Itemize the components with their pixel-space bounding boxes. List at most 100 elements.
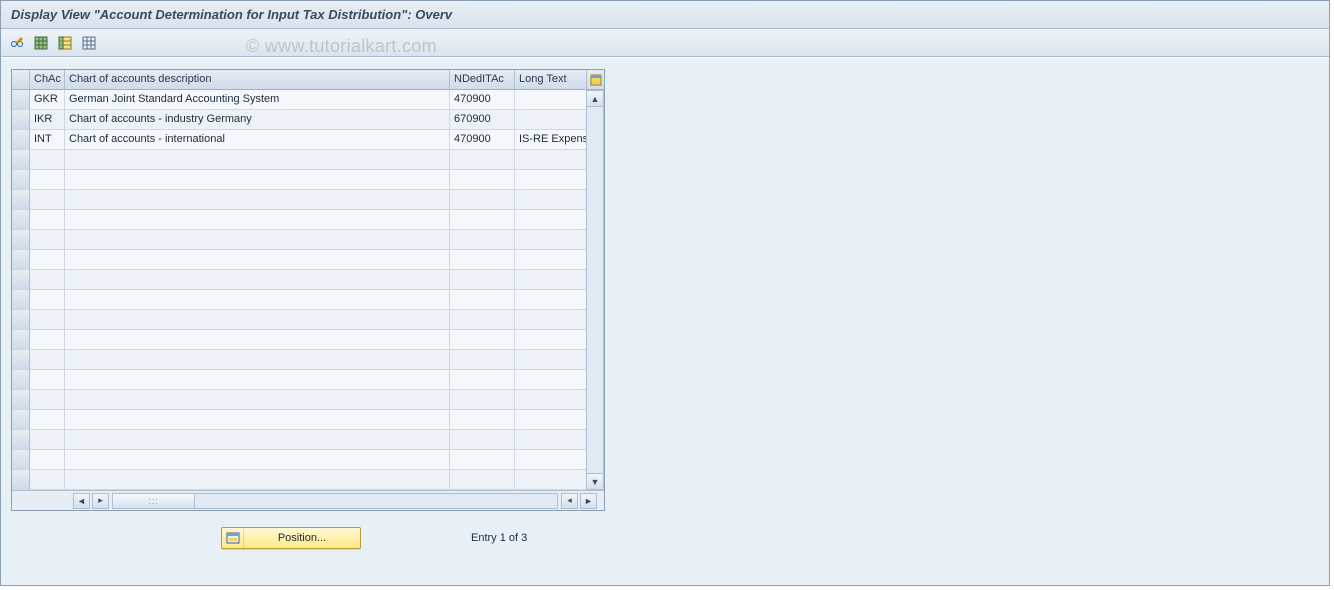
- cell-desc[interactable]: German Joint Standard Accounting System: [65, 90, 450, 110]
- row-selector[interactable]: [12, 170, 30, 190]
- cell-empty[interactable]: [515, 210, 587, 230]
- cell-empty[interactable]: [30, 210, 65, 230]
- cell-nded[interactable]: 670900: [450, 110, 515, 130]
- row-selector[interactable]: [12, 110, 30, 130]
- cell-empty[interactable]: [515, 330, 587, 350]
- cell-nded[interactable]: 470900: [450, 90, 515, 110]
- scroll-up-button[interactable]: ▲: [586, 90, 604, 107]
- cell-empty[interactable]: [65, 330, 450, 350]
- horizontal-scroll-track[interactable]: :::: [112, 493, 558, 509]
- cell-empty[interactable]: [30, 290, 65, 310]
- table-configure-button[interactable]: [587, 70, 604, 90]
- scroll-right-button[interactable]: ►: [580, 493, 597, 509]
- cell-empty[interactable]: [515, 270, 587, 290]
- cell-empty[interactable]: [30, 350, 65, 370]
- row-selector[interactable]: [12, 250, 30, 270]
- position-button[interactable]: Position...: [221, 527, 361, 549]
- cell-chac[interactable]: IKR: [30, 110, 65, 130]
- cell-empty[interactable]: [65, 230, 450, 250]
- scroll-left-button[interactable]: ◄: [73, 493, 90, 509]
- cell-empty[interactable]: [65, 470, 450, 490]
- cell-empty[interactable]: [450, 350, 515, 370]
- cell-empty[interactable]: [65, 310, 450, 330]
- col-header-chac[interactable]: ChAc: [30, 70, 65, 90]
- cell-empty[interactable]: [65, 390, 450, 410]
- row-selector[interactable]: [12, 410, 30, 430]
- cell-empty[interactable]: [515, 450, 587, 470]
- cell-empty[interactable]: [65, 430, 450, 450]
- cell-empty[interactable]: [450, 470, 515, 490]
- vertical-scroll-track[interactable]: [586, 107, 604, 473]
- cell-empty[interactable]: [450, 390, 515, 410]
- cell-nded[interactable]: 470900: [450, 130, 515, 150]
- cell-empty[interactable]: [515, 370, 587, 390]
- cell-empty[interactable]: [515, 230, 587, 250]
- cell-empty[interactable]: [450, 190, 515, 210]
- scroll-right-step-button[interactable]: ◂: [561, 493, 578, 509]
- cell-empty[interactable]: [30, 370, 65, 390]
- cell-empty[interactable]: [450, 370, 515, 390]
- row-selector[interactable]: [12, 210, 30, 230]
- cell-empty[interactable]: [450, 270, 515, 290]
- cell-empty[interactable]: [30, 450, 65, 470]
- cell-longtext[interactable]: IS-RE Expenses: [515, 130, 587, 150]
- cell-empty[interactable]: [450, 210, 515, 230]
- col-header-longtext[interactable]: Long Text: [515, 70, 587, 90]
- scroll-left-step-button[interactable]: ▸: [92, 493, 109, 509]
- cell-empty[interactable]: [515, 310, 587, 330]
- horizontal-scroll-thumb[interactable]: :::: [113, 494, 195, 508]
- row-selector[interactable]: [12, 450, 30, 470]
- horizontal-scrollbar[interactable]: ◄ ▸ ::: ◂ ►: [12, 490, 604, 510]
- cell-empty[interactable]: [65, 190, 450, 210]
- cell-empty[interactable]: [30, 310, 65, 330]
- col-header-nded[interactable]: NDedITAc: [450, 70, 515, 90]
- cell-empty[interactable]: [65, 350, 450, 370]
- cell-empty[interactable]: [65, 370, 450, 390]
- cell-empty[interactable]: [65, 450, 450, 470]
- row-selector[interactable]: [12, 90, 30, 110]
- cell-empty[interactable]: [65, 250, 450, 270]
- row-selector[interactable]: [12, 430, 30, 450]
- select-all-button[interactable]: [31, 33, 51, 53]
- cell-empty[interactable]: [30, 230, 65, 250]
- cell-empty[interactable]: [515, 150, 587, 170]
- cell-empty[interactable]: [450, 230, 515, 250]
- cell-empty[interactable]: [30, 410, 65, 430]
- col-header-desc[interactable]: Chart of accounts description: [65, 70, 450, 90]
- cell-empty[interactable]: [515, 390, 587, 410]
- row-selector[interactable]: [12, 230, 30, 250]
- cell-empty[interactable]: [30, 250, 65, 270]
- cell-empty[interactable]: [515, 190, 587, 210]
- cell-empty[interactable]: [30, 390, 65, 410]
- cell-empty[interactable]: [30, 170, 65, 190]
- cell-empty[interactable]: [515, 350, 587, 370]
- select-block-button[interactable]: [55, 33, 75, 53]
- row-selector[interactable]: [12, 130, 30, 150]
- deselect-all-button[interactable]: [79, 33, 99, 53]
- row-selector[interactable]: [12, 290, 30, 310]
- cell-empty[interactable]: [30, 430, 65, 450]
- row-selector[interactable]: [12, 350, 30, 370]
- cell-empty[interactable]: [515, 430, 587, 450]
- cell-longtext[interactable]: [515, 90, 587, 110]
- cell-empty[interactable]: [450, 310, 515, 330]
- cell-empty[interactable]: [65, 150, 450, 170]
- cell-empty[interactable]: [30, 470, 65, 490]
- cell-empty[interactable]: [515, 290, 587, 310]
- vertical-scrollbar[interactable]: ▲ ▼: [586, 90, 604, 490]
- cell-longtext[interactable]: [515, 110, 587, 130]
- cell-empty[interactable]: [450, 410, 515, 430]
- cell-desc[interactable]: Chart of accounts - industry Germany: [65, 110, 450, 130]
- cell-desc[interactable]: Chart of accounts - international: [65, 130, 450, 150]
- row-selector[interactable]: [12, 190, 30, 210]
- cell-empty[interactable]: [30, 270, 65, 290]
- cell-empty[interactable]: [450, 450, 515, 470]
- cell-chac[interactable]: INT: [30, 130, 65, 150]
- cell-empty[interactable]: [515, 170, 587, 190]
- row-selector[interactable]: [12, 390, 30, 410]
- row-selector[interactable]: [12, 470, 30, 490]
- cell-empty[interactable]: [515, 410, 587, 430]
- cell-empty[interactable]: [515, 470, 587, 490]
- cell-empty[interactable]: [450, 150, 515, 170]
- cell-empty[interactable]: [450, 250, 515, 270]
